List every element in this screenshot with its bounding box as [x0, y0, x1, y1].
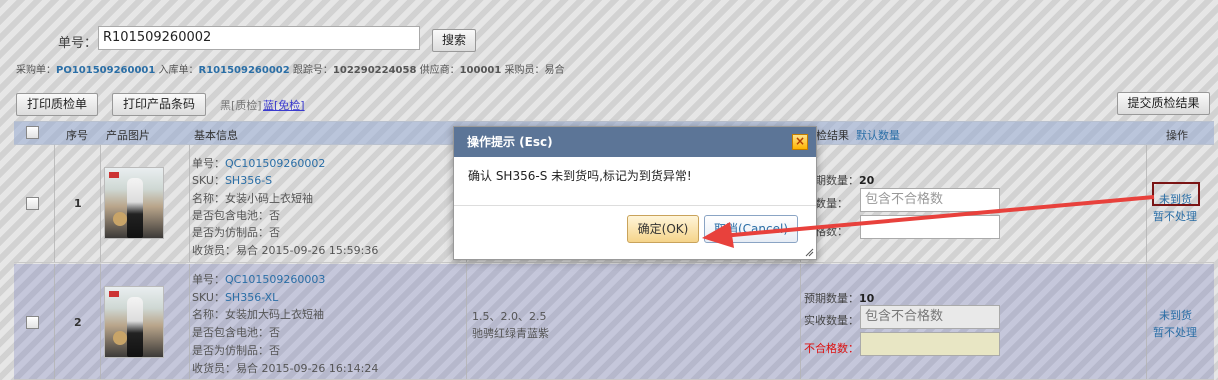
annotation-arrow-icon	[702, 195, 1155, 248]
